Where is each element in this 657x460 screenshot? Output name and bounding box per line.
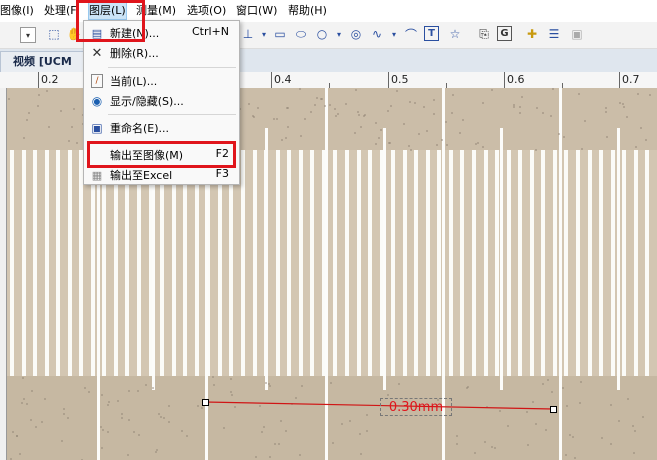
menu-item-label: 重命名(E)... xyxy=(110,122,170,135)
menu-item-label: 当前(L)... xyxy=(110,75,158,88)
menu-item-show-hide[interactable]: ◉ 显示/隐藏(S)... xyxy=(84,91,239,111)
measure-line[interactable] xyxy=(204,401,554,410)
menu-item-shortcut: F3 xyxy=(215,167,229,180)
delete-icon: ✕ xyxy=(91,45,103,61)
highlight-box-layer-menu xyxy=(76,0,145,42)
eye-icon: ◉ xyxy=(91,94,103,108)
menu-item-label: 输出至Excel xyxy=(110,169,173,182)
menu-item-rename[interactable]: ▣ 重命名(E)... xyxy=(84,118,239,138)
menu-item-current[interactable]: / 当前(L)... xyxy=(84,71,239,91)
measure-start-handle[interactable] xyxy=(202,399,209,406)
menu-separator xyxy=(108,67,236,68)
menu-item-export-excel[interactable]: ▦ 输出至Excel F3 xyxy=(84,165,239,185)
menu-item-label: 删除(R)... xyxy=(110,47,159,60)
excel-icon: ▦ xyxy=(91,168,103,182)
menu-item-shortcut: Ctrl+N xyxy=(191,25,229,38)
menu-item-label: 显示/隐藏(S)... xyxy=(110,95,184,108)
current-layer-icon: / xyxy=(91,74,103,88)
measure-end-handle[interactable] xyxy=(550,406,557,413)
rename-icon: ▣ xyxy=(91,121,103,135)
menu-item-delete[interactable]: ✕ 删除(R)... xyxy=(84,43,239,63)
highlight-box-export-image xyxy=(87,141,236,168)
measurement-label[interactable]: 0.30mm xyxy=(380,398,452,416)
menu-separator xyxy=(108,114,236,115)
